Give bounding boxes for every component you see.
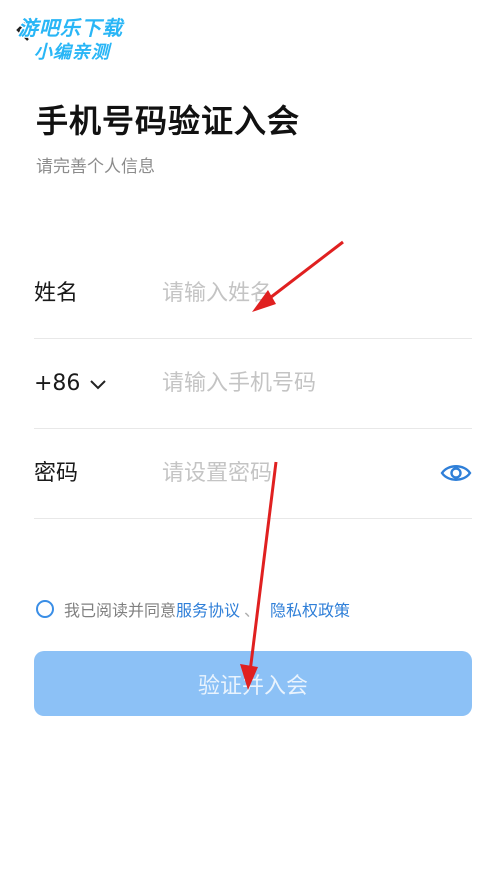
name-label: 姓名	[34, 281, 79, 306]
privacy-policy-link[interactable]: 隐私权政策	[270, 597, 350, 621]
watermark-line2: 小编亲测	[34, 42, 110, 63]
country-code: +86	[34, 371, 81, 396]
agreement-row: 我已阅读并同意 服务协议 、 隐私权政策	[36, 597, 350, 621]
agreement-text: 我已阅读并同意	[64, 601, 177, 620]
chevron-down-icon	[90, 379, 107, 389]
eye-icon[interactable]	[440, 457, 472, 489]
radio-circle-icon[interactable]	[36, 600, 54, 618]
password-label: 密码	[34, 461, 79, 486]
service-agreement-link[interactable]: 服务协议	[176, 597, 240, 621]
watermark-logo: 游吧乐下载 小编亲测	[14, 12, 154, 64]
password-row: 密码	[34, 429, 472, 519]
name-input[interactable]	[162, 271, 412, 315]
agreement-separator: 、	[244, 601, 261, 620]
country-code-selector[interactable]: +86	[34, 339, 108, 428]
verify-join-button[interactable]: 验证并入会	[34, 651, 472, 716]
name-row: 姓名	[34, 249, 472, 339]
phone-row: +86	[34, 339, 472, 429]
page-subtitle: 请完善个人信息	[36, 157, 155, 177]
phone-input[interactable]	[162, 361, 412, 405]
page-title: 手机号码验证入会	[36, 102, 301, 140]
password-input[interactable]	[162, 451, 412, 495]
watermark-line1: 游吧乐下载	[18, 16, 123, 40]
